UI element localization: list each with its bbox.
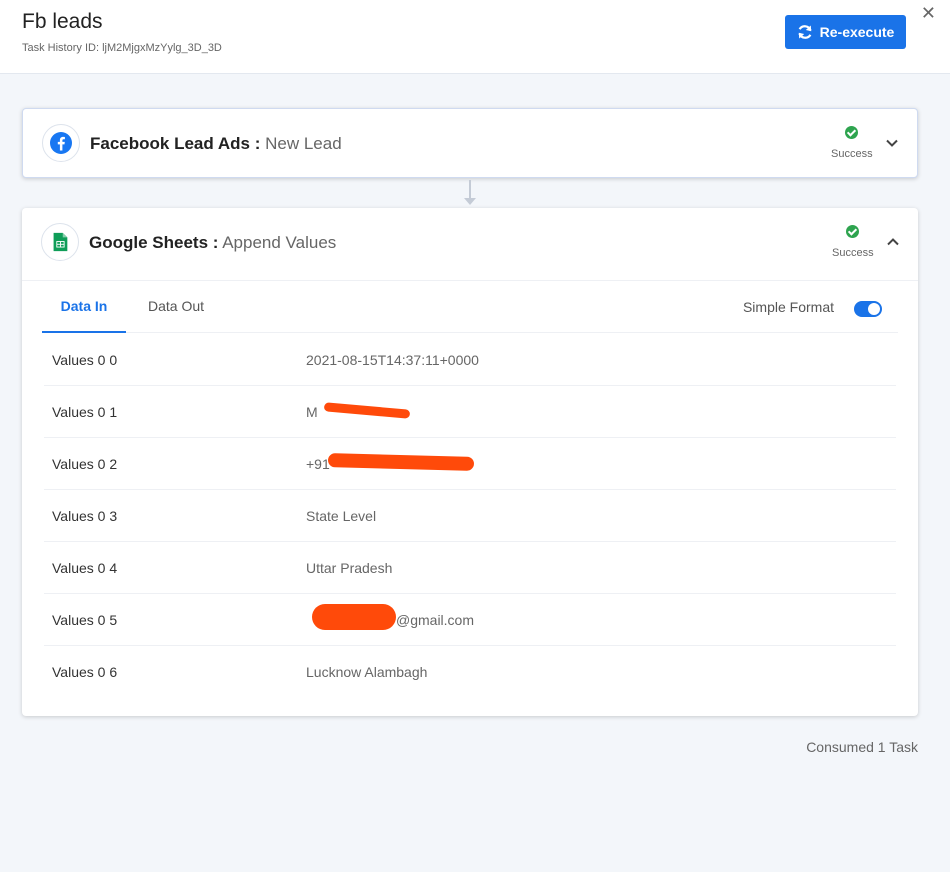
step-event-name: New Lead (265, 134, 342, 153)
data-table: Values 0 0 2021-08-15T14:37:11+0000 Valu… (44, 334, 896, 698)
table-row: Values 0 5 @gmail.com (44, 594, 896, 646)
row-key: Values 0 4 (52, 560, 118, 576)
redaction-mark (323, 402, 411, 419)
step-card-facebook[interactable]: Facebook Lead Ads : New Lead Success (22, 108, 918, 178)
step-app-name: Google Sheets : (89, 233, 219, 252)
table-row: Values 0 6 Lucknow Alambagh (44, 646, 896, 698)
page-title: Fb leads (22, 10, 103, 33)
table-row: Values 0 4 Uttar Pradesh (44, 542, 896, 594)
step-card-google-sheets: Google Sheets : Append Values Success Da… (22, 208, 918, 716)
success-check-icon (844, 126, 858, 139)
row-value: Lucknow Alambagh (306, 664, 428, 680)
simple-format-toggle[interactable] (854, 301, 882, 317)
row-value: Uttar Pradesh (306, 560, 393, 576)
tab-data-out[interactable]: Data Out (144, 281, 208, 333)
status-badge: Success (831, 126, 873, 160)
step-header[interactable]: Facebook Lead Ads : New Lead Success (23, 109, 917, 181)
table-row: Values 0 0 2021-08-15T14:37:11+0000 (44, 334, 896, 386)
facebook-icon (42, 124, 80, 162)
consumed-tasks: Consumed 1 Task (806, 739, 918, 755)
row-value: 2021-08-15T14:37:11+0000 (306, 352, 479, 368)
step-event-name: Append Values (222, 233, 337, 252)
simple-format-label: Simple Format (742, 299, 834, 315)
refresh-icon (798, 25, 812, 39)
reexecute-label: Re-execute (819, 24, 895, 40)
row-key: Values 0 6 (52, 664, 118, 680)
tab-data-in[interactable]: Data In (42, 281, 126, 333)
row-value: +91 (306, 456, 330, 472)
page-header: Fb leads Task History ID: ljM2MjgxMzYylg… (0, 0, 950, 74)
success-check-icon (845, 225, 859, 238)
redaction-mark (312, 604, 396, 630)
close-icon[interactable]: ✕ (921, 3, 936, 24)
row-value: M (306, 404, 318, 420)
table-row: Values 0 2 +91 (44, 438, 896, 490)
row-value: @gmail.com (396, 612, 475, 628)
row-key: Values 0 3 (52, 508, 118, 524)
reexecute-button[interactable]: Re-execute (785, 15, 906, 49)
row-key: Values 0 0 (52, 352, 118, 368)
status-label: Success (832, 247, 874, 259)
task-history-id: Task History ID: ljM2MjgxMzYylg_3D_3D (22, 42, 222, 54)
row-key: Values 0 2 (52, 456, 118, 472)
step-title: Google Sheets : Append Values (89, 233, 336, 253)
redaction-mark (327, 453, 475, 471)
step-connector-line (469, 180, 471, 200)
chevron-down-icon[interactable] (885, 136, 899, 150)
step-title: Facebook Lead Ads : New Lead (90, 134, 342, 154)
step-app-name: Facebook Lead Ads : (90, 134, 261, 153)
chevron-up-icon[interactable] (886, 235, 900, 249)
table-row: Values 0 3 State Level (44, 490, 896, 542)
status-label: Success (831, 148, 873, 160)
row-value: State Level (306, 508, 377, 524)
row-key: Values 0 1 (52, 404, 118, 420)
table-row: Values 0 1 M (44, 386, 896, 438)
step-header[interactable]: Google Sheets : Append Values Success (22, 208, 918, 280)
status-badge: Success (832, 225, 874, 259)
data-tabs: Data In Data Out Simple Format (42, 281, 898, 333)
row-key: Values 0 5 (52, 612, 118, 628)
arrow-down-icon (464, 198, 476, 205)
google-sheets-icon (41, 223, 79, 261)
